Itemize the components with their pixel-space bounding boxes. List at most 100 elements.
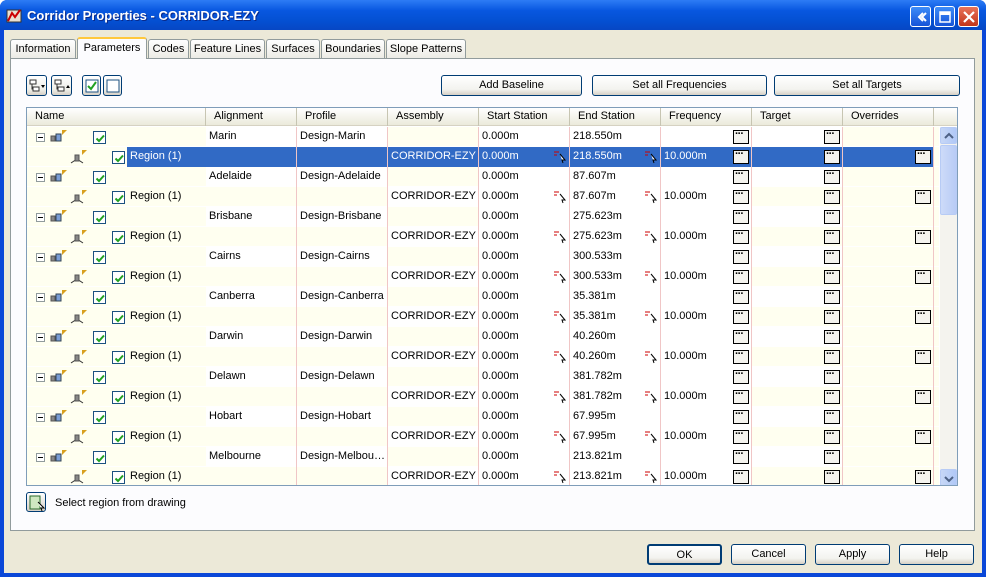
close-button[interactable] [958,6,979,27]
end-station-cell[interactable]: 218.550m [570,127,661,147]
column-header-alignment[interactable]: Alignment [206,108,297,126]
pick-station-icon[interactable] [553,270,567,287]
pick-station-icon[interactable] [553,150,567,167]
column-header-target[interactable]: Target [752,108,843,126]
column-header-name[interactable]: Name [27,108,206,126]
target-ellipsis-button[interactable] [824,468,840,484]
frequency-ellipsis-button[interactable] [733,188,749,204]
pick-station-icon[interactable] [644,390,658,407]
region-name-cell[interactable]: Region (1) [127,187,206,207]
frequency-ellipsis-button[interactable] [733,448,749,464]
end-station-cell[interactable]: 35.381m [570,287,661,307]
maximize-button[interactable] [934,6,955,27]
overrides-ellipsis-button[interactable] [915,228,931,244]
baseline-checkbox[interactable] [93,131,106,144]
baseline-row[interactable]: Hobart Design-Hobart 0.000m 67.995m [27,407,939,427]
assembly-cell[interactable]: CORRIDOR-EZY [388,387,479,407]
tab-information[interactable]: Information [10,39,76,58]
collapse-button[interactable] [51,75,72,96]
target-ellipsis-button[interactable] [824,168,840,184]
target-ellipsis-button[interactable] [824,228,840,244]
frequency-ellipsis-button[interactable] [733,388,749,404]
region-row[interactable]: Region (1) CORRIDOR-EZY 0.000m 218.550m 10.0… [27,147,939,167]
region-row[interactable]: Region (1) CORRIDOR-EZY 0.000m 300.533m 10.0… [27,267,939,287]
frequency-ellipsis-button[interactable] [733,128,749,144]
assembly-cell[interactable]: CORRIDOR-EZY [388,467,479,485]
target-ellipsis-button[interactable] [824,148,840,164]
region-row[interactable]: Region (1) CORRIDOR-EZY 0.000m 213.821m 10.0… [27,467,939,485]
pick-station-icon[interactable] [644,310,658,327]
frequency-ellipsis-button[interactable] [733,408,749,424]
target-ellipsis-button[interactable] [824,248,840,264]
frequency-ellipsis-button[interactable] [733,348,749,364]
pick-station-icon[interactable] [553,390,567,407]
target-ellipsis-button[interactable] [824,308,840,324]
baseline-row[interactable]: Adelaide Design-Adelaide 0.000m 87.607m [27,167,939,187]
end-station-cell[interactable]: 87.607m [570,167,661,187]
collapse-toggle[interactable] [36,333,45,342]
frequency-ellipsis-button[interactable] [733,268,749,284]
collapse-toggle[interactable] [36,253,45,262]
tab-parameters[interactable]: Parameters [77,37,147,59]
pick-station-icon[interactable] [644,430,658,447]
overrides-ellipsis-button[interactable] [915,188,931,204]
frequency-ellipsis-button[interactable] [733,468,749,484]
pick-station-icon[interactable] [553,310,567,327]
frequency-ellipsis-button[interactable] [733,228,749,244]
region-checkbox[interactable] [112,231,125,244]
region-row[interactable]: Region (1) CORRIDOR-EZY 0.000m 275.623m 10.0… [27,227,939,247]
target-ellipsis-button[interactable] [824,288,840,304]
region-row[interactable]: Region (1) CORRIDOR-EZY 0.000m 87.607m 10.00… [27,187,939,207]
region-checkbox[interactable] [112,191,125,204]
baseline-row[interactable]: Delawn Design-Delawn 0.000m 381.782m [27,367,939,387]
title-bar[interactable]: Corridor Properties - CORRIDOR-EZY [0,0,986,30]
assembly-cell[interactable]: CORRIDOR-EZY [388,307,479,327]
collapse-toggle[interactable] [36,133,45,142]
region-checkbox[interactable] [112,311,125,324]
overrides-ellipsis-button[interactable] [915,348,931,364]
select-region-button[interactable] [26,492,46,512]
vertical-scrollbar[interactable] [940,127,957,485]
start-station-cell[interactable]: 0.000m [479,367,570,387]
overrides-ellipsis-button[interactable] [915,148,931,164]
pick-station-icon[interactable] [553,230,567,247]
region-row[interactable]: Region (1) CORRIDOR-EZY 0.000m 381.782m 10.0… [27,387,939,407]
region-checkbox[interactable] [112,271,125,284]
start-station-cell[interactable]: 0.000m [479,287,570,307]
target-ellipsis-button[interactable] [824,388,840,404]
target-ellipsis-button[interactable] [824,368,840,384]
cancel-button[interactable]: Cancel [731,544,806,565]
target-ellipsis-button[interactable] [824,408,840,424]
baseline-checkbox[interactable] [93,371,106,384]
baseline-checkbox[interactable] [93,211,106,224]
assembly-cell[interactable]: CORRIDOR-EZY [388,147,479,167]
scroll-up-button[interactable] [940,127,957,144]
target-ellipsis-button[interactable] [824,428,840,444]
expand-dropdown-button[interactable] [26,75,47,96]
region-name-cell[interactable]: Region (1) [127,347,206,367]
target-ellipsis-button[interactable] [824,328,840,344]
ok-button[interactable]: OK [647,544,722,565]
start-station-cell[interactable]: 0.000m [479,167,570,187]
baseline-row[interactable]: Marin Design-Marin 0.000m 218.550m [27,127,939,147]
baselines-grid[interactable]: Name Alignment Profile Assembly Start St… [26,107,958,486]
baseline-checkbox[interactable] [93,411,106,424]
region-name-cell[interactable]: Region (1) [127,267,206,287]
overrides-ellipsis-button[interactable] [915,268,931,284]
region-name-cell[interactable]: Region (1) [127,307,206,327]
target-ellipsis-button[interactable] [824,128,840,144]
region-checkbox[interactable] [112,431,125,444]
baseline-checkbox[interactable] [93,291,106,304]
start-station-cell[interactable]: 0.000m [479,247,570,267]
frequency-ellipsis-button[interactable] [733,208,749,224]
overrides-ellipsis-button[interactable] [915,468,931,484]
column-header-profile[interactable]: Profile [297,108,388,126]
column-header-overrides[interactable]: Overrides [843,108,934,126]
baseline-checkbox[interactable] [93,451,106,464]
set-all-frequencies-button[interactable]: Set all Frequencies [592,75,767,96]
target-ellipsis-button[interactable] [824,348,840,364]
tab-feature-lines[interactable]: Feature Lines [190,39,265,58]
assembly-cell[interactable]: CORRIDOR-EZY [388,227,479,247]
region-checkbox[interactable] [112,391,125,404]
overrides-ellipsis-button[interactable] [915,388,931,404]
